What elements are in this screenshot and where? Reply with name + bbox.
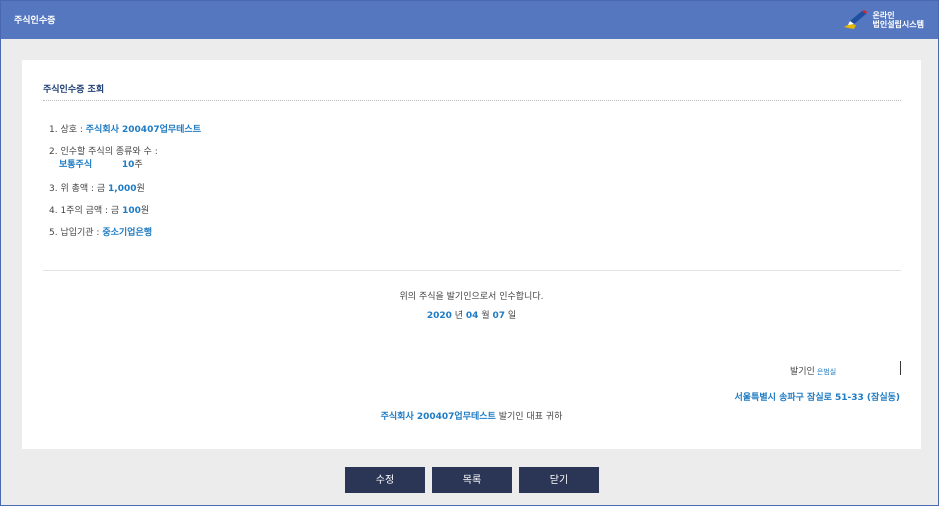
statement-text: 위의 주식을 발기인으로서 인수합니다. xyxy=(399,292,544,302)
date-day-unit: 일 xyxy=(505,311,517,321)
stock-type: 보통주식 xyxy=(59,160,93,170)
list-button[interactable]: 목록 xyxy=(432,467,512,493)
company-value: 주식회사 200407업무테스트 xyxy=(85,125,201,135)
issuer-name: 은범실 xyxy=(816,368,837,376)
brand-pen-icon xyxy=(844,10,868,29)
brand-line-1: 온라인 xyxy=(872,11,895,20)
par-label: 4. 1주의 금액 : 금 xyxy=(49,206,123,216)
close-button[interactable]: 닫기 xyxy=(519,467,599,493)
item-stock-detail: 보통주식 10주 xyxy=(59,157,143,170)
brand-line-2: 법인설립시스템 xyxy=(872,20,924,29)
certificate-card: 주식인수증 조회 1. 상호 : 주식회사 200407업무테스트 2. 인수할… xyxy=(22,60,921,449)
item-stock: 2. 인수할 주식의 종류와 수 : xyxy=(49,144,158,157)
date-year: 2020 xyxy=(426,311,452,321)
bank-value: 중소기업은행 xyxy=(102,228,153,238)
bank-label: 5. 납입기관 : xyxy=(49,228,103,238)
date-year-unit: 년 xyxy=(451,311,466,321)
total-value: 1,000 xyxy=(108,184,137,194)
recipient: 주식회사 200407업무테스트 발기인 대표 귀하 xyxy=(22,409,921,422)
brand-logo: 온라인 법인설립시스템 xyxy=(842,9,924,31)
edit-button[interactable]: 수정 xyxy=(345,467,425,493)
date-day: 07 xyxy=(492,311,505,321)
date-month: 04 xyxy=(465,311,479,321)
stock-count: 10 xyxy=(121,160,135,170)
button-bar: 수정 목록 닫기 xyxy=(1,467,938,495)
item-total: 3. 위 총액 : 금 1,000원 xyxy=(49,181,145,194)
total-label: 3. 위 총액 : 금 xyxy=(49,184,109,194)
window-frame: 주식인수증 온라인 법인설립시스템 주식인수증 조회 1. 상호 : 주식회사 … xyxy=(0,0,939,506)
company-label: 1. 상호 : xyxy=(49,125,86,135)
par-value: 100 xyxy=(122,206,141,216)
issuer: 발기인 은범실 xyxy=(790,364,836,377)
section-title: 주식인수증 조회 xyxy=(43,85,105,95)
issuer-address: 서울특별시 송파구 잠실로 51-33 (잠실동) xyxy=(734,393,900,403)
title-divider xyxy=(43,100,901,101)
total-unit: 원 xyxy=(136,184,145,194)
date-month-unit: 월 xyxy=(478,311,493,321)
signature-line xyxy=(900,361,901,375)
par-unit: 원 xyxy=(140,206,150,216)
item-bank: 5. 납입기관 : 중소기업은행 xyxy=(49,225,152,238)
window-title: 주식인수증 xyxy=(14,16,56,26)
issuer-label: 발기인 xyxy=(790,367,815,377)
recipient-company: 주식회사 200407업무테스트 xyxy=(380,412,496,422)
item-company: 1. 상호 : 주식회사 200407업무테스트 xyxy=(49,122,201,135)
stock-unit: 주 xyxy=(134,160,143,170)
section-separator xyxy=(43,270,901,271)
issue-date: 2020 년 04 월 07 일 xyxy=(22,308,921,321)
stock-label: 2. 인수할 주식의 종류와 수 : xyxy=(49,147,158,157)
item-par: 4. 1주의 금액 : 금 100원 xyxy=(49,203,149,216)
title-bar: 주식인수증 온라인 법인설립시스템 xyxy=(1,1,938,39)
recipient-suffix: 발기인 대표 귀하 xyxy=(495,412,563,422)
